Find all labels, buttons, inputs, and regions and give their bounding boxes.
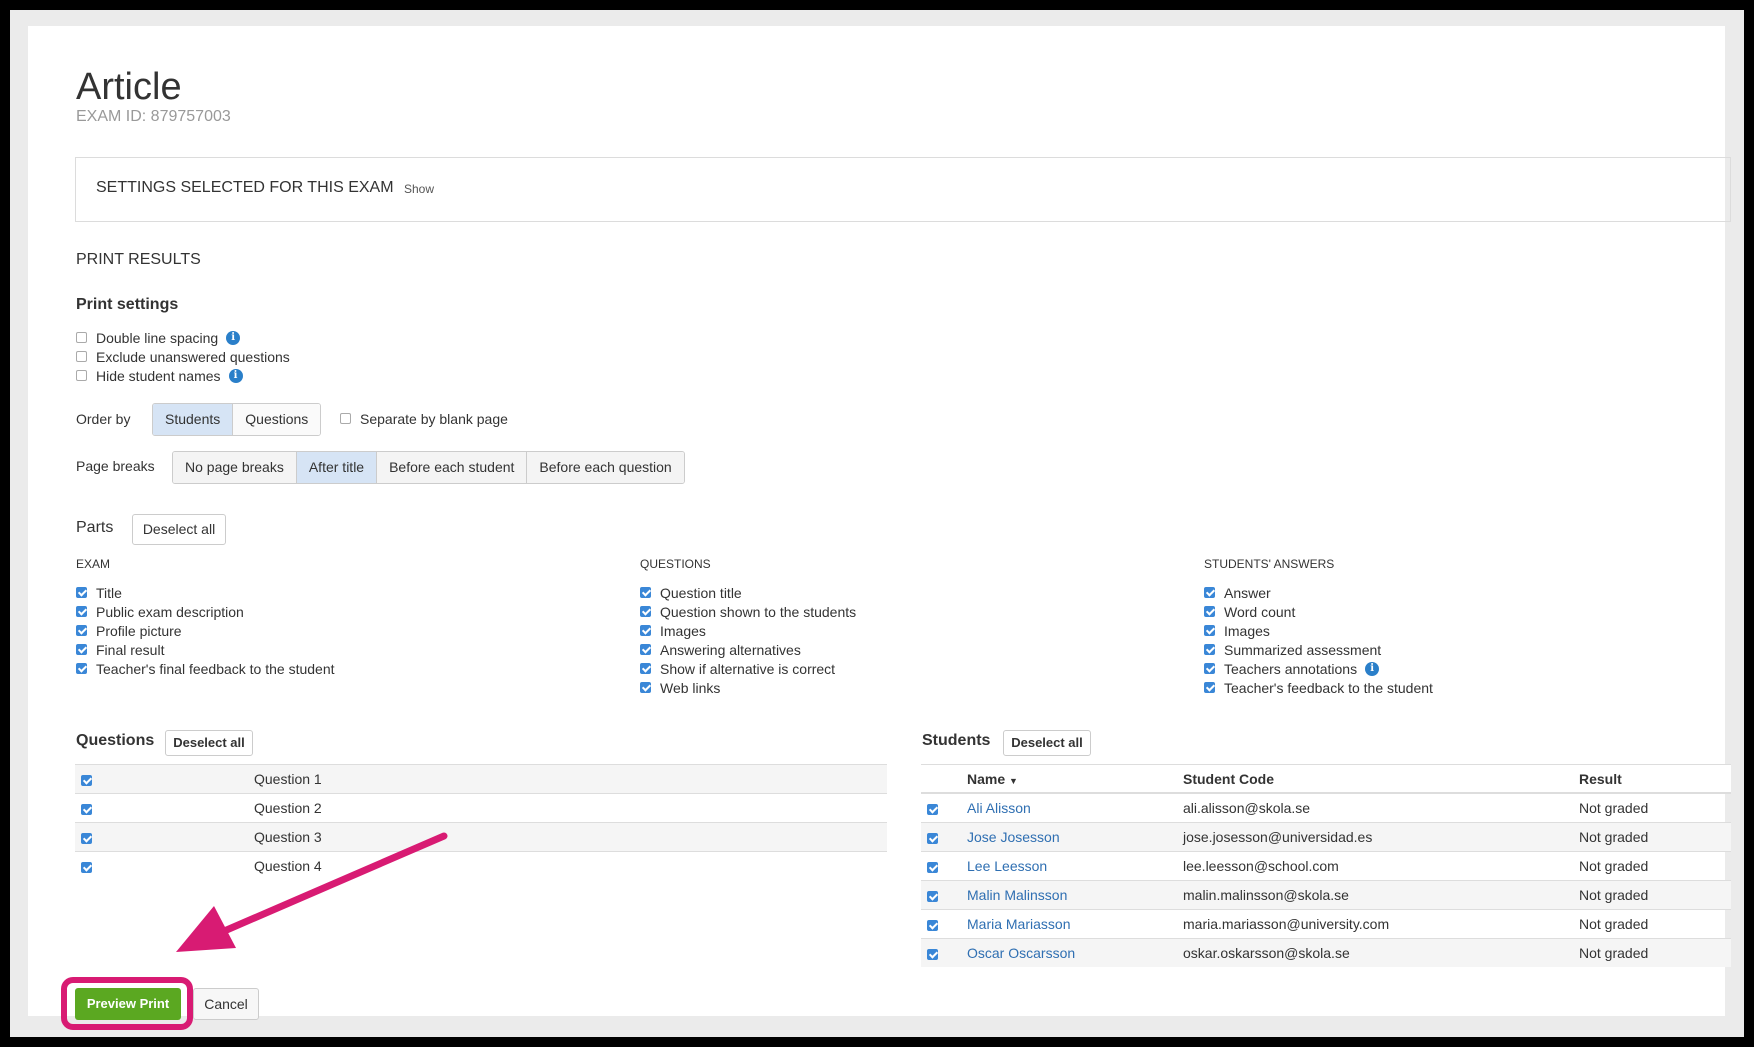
arrow-shaft [218,832,448,936]
arrow-annotation [176,832,448,952]
